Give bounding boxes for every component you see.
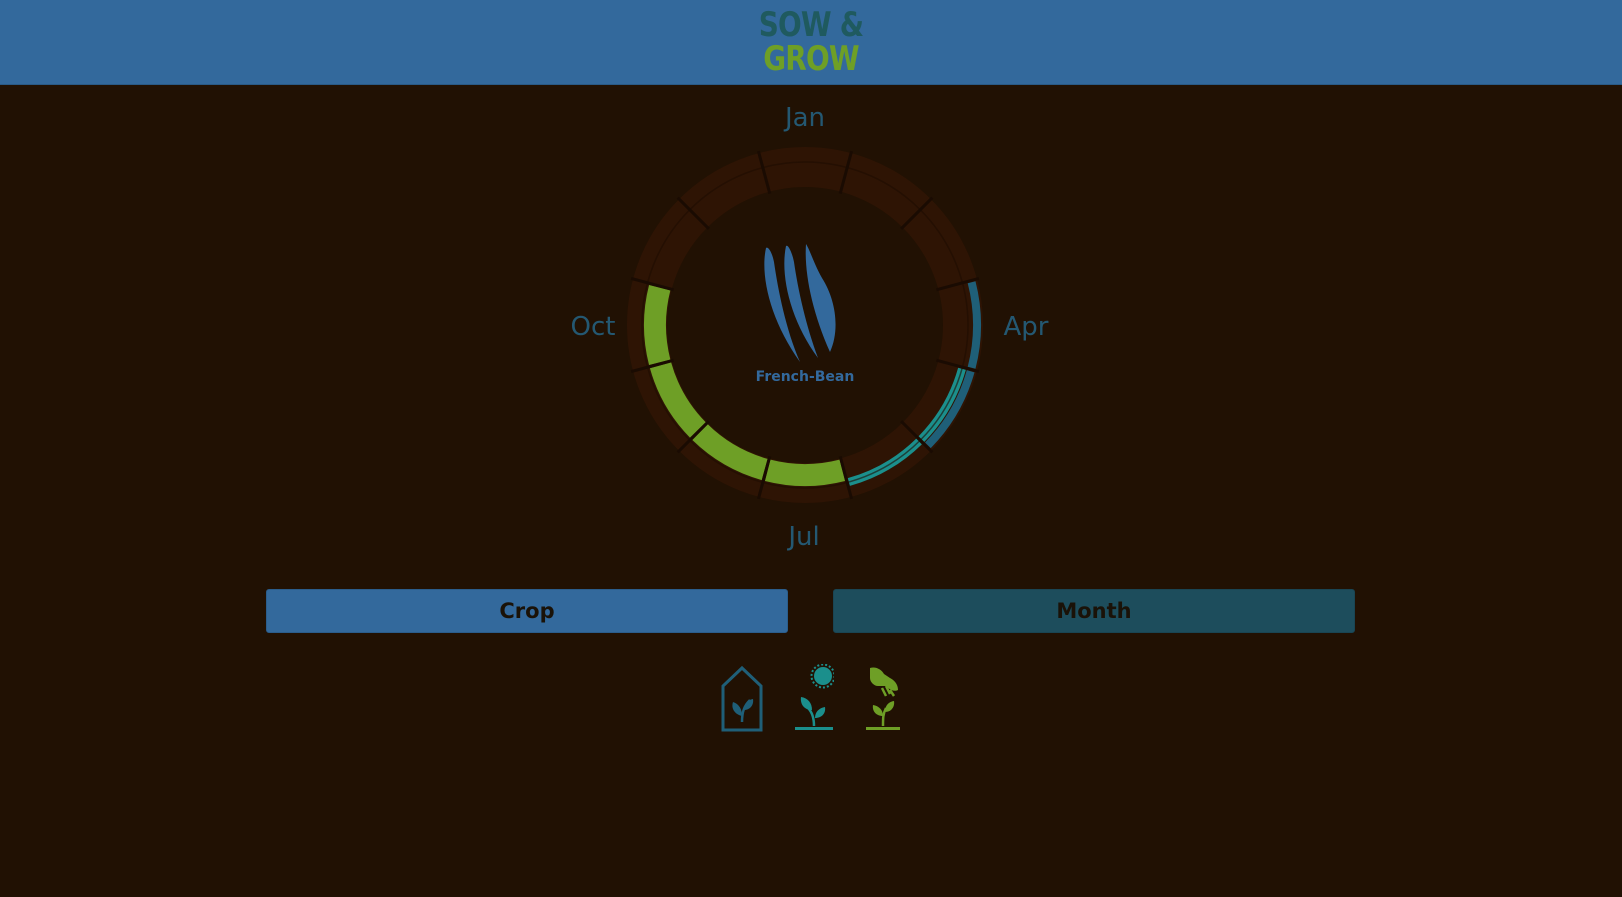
crop-calendar-wheel: Jan Apr Jul Oct <box>0 84 1622 564</box>
sow-and-grow-logo: SOW & GROW <box>758 5 864 79</box>
month-label-oct: Oct <box>570 312 616 342</box>
harvest-segment-oct <box>644 284 671 366</box>
app-header: SOW & GROW <box>0 0 1622 85</box>
crop-button[interactable]: Crop <box>266 589 788 633</box>
month-button[interactable]: Month <box>833 589 1355 633</box>
hand-harvest-icon <box>866 667 900 730</box>
greenhouse-seedling-icon <box>721 665 763 732</box>
crop-name-label: French-Bean <box>755 369 855 385</box>
month-label-jul: Jul <box>788 522 820 552</box>
month-label-apr: Apr <box>1003 312 1049 342</box>
harvest-segment-jul <box>764 459 846 486</box>
french-bean-icon <box>764 244 836 362</box>
sun-seedling-icon <box>795 664 834 730</box>
month-label-jan: Jan <box>784 103 826 133</box>
calendar-ring <box>627 147 983 503</box>
